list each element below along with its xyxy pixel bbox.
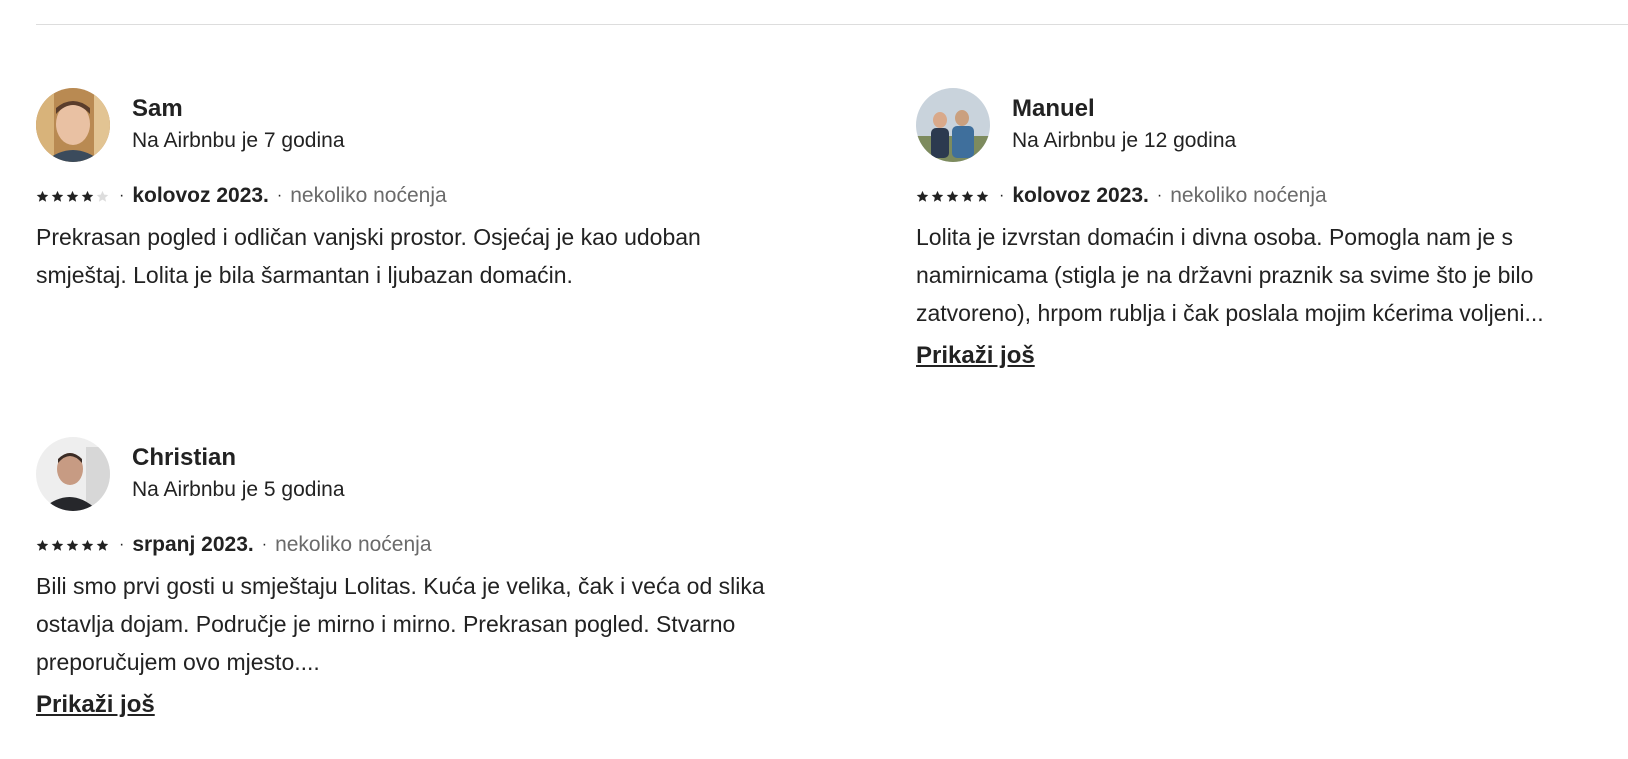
review-text: Prekrasan pogled i odličan vanjski prost… <box>36 224 701 288</box>
avatar-photo <box>36 88 110 162</box>
star-icon <box>66 190 79 202</box>
star-icon <box>96 539 109 551</box>
review-text: Bili smo prvi gosti u smještaju Lolitas.… <box>36 573 765 675</box>
star-icon <box>66 539 79 551</box>
reviewer-tenure: Na Airbnbu je 5 godina <box>132 478 345 501</box>
review-meta: · kolovoz 2023. · nekoliko noćenja <box>36 182 776 210</box>
avatar[interactable] <box>36 88 110 162</box>
separator-dot: · <box>119 187 125 204</box>
avatar-photo <box>36 437 110 511</box>
review-meta: · kolovoz 2023. · nekoliko noćenja <box>916 182 1628 210</box>
star-icon <box>51 539 64 551</box>
review-meta: · srpanj 2023. · nekoliko noćenja <box>36 531 776 559</box>
separator-dot: · <box>999 187 1005 204</box>
star-icon <box>36 190 49 202</box>
avatar-photo <box>916 88 990 162</box>
review-header: Manuel Na Airbnbu je 12 godina <box>916 88 1628 162</box>
separator-dot: · <box>276 187 283 204</box>
star-icon <box>946 190 959 202</box>
star-icon <box>81 539 94 551</box>
show-more-link[interactable]: Prikaži još <box>36 691 155 719</box>
show-more-link[interactable]: Prikaži još <box>916 342 1035 370</box>
reviewer-tenure: Na Airbnbu je 7 godina <box>132 129 345 152</box>
stay-length: nekoliko noćenja <box>1170 184 1327 207</box>
separator-dot: · <box>119 536 125 553</box>
avatar[interactable] <box>36 437 110 511</box>
star-icon <box>36 539 49 551</box>
reviewer-tenure: Na Airbnbu je 12 godina <box>1012 129 1237 152</box>
star-icon <box>976 190 989 202</box>
avatar[interactable] <box>916 88 990 162</box>
star-icon <box>916 190 929 202</box>
review-header: Christian Na Airbnbu je 5 godina <box>36 437 776 511</box>
section-divider <box>36 24 1628 25</box>
star-icon <box>961 190 974 202</box>
review-card: Sam Na Airbnbu je 7 godina · kolovoz 202… <box>36 88 776 294</box>
rating-stars <box>916 190 991 203</box>
star-icon <box>96 190 109 202</box>
review-date: kolovoz 2023. <box>1012 184 1149 207</box>
reviewer-name: Christian <box>132 444 237 471</box>
review-card: Christian Na Airbnbu je 5 godina · srpan… <box>36 437 776 719</box>
review-card: Manuel Na Airbnbu je 12 godina · kolovoz… <box>916 88 1628 370</box>
review-text: Lolita je izvrstan domaćin i divna osoba… <box>916 224 1544 326</box>
reviewer-name: Manuel <box>1012 95 1095 122</box>
rating-stars <box>36 539 111 552</box>
rating-stars <box>36 190 111 203</box>
separator-dot: · <box>261 536 268 553</box>
stay-length: nekoliko noćenja <box>275 533 432 556</box>
star-icon <box>81 190 94 202</box>
star-icon <box>51 190 64 202</box>
review-date: kolovoz 2023. <box>132 184 269 207</box>
stay-length: nekoliko noćenja <box>290 184 447 207</box>
reviewer-name: Sam <box>132 95 183 122</box>
review-header: Sam Na Airbnbu je 7 godina <box>36 88 776 162</box>
star-icon <box>931 190 944 202</box>
separator-dot: · <box>1156 187 1163 204</box>
review-date: srpanj 2023. <box>132 533 254 556</box>
